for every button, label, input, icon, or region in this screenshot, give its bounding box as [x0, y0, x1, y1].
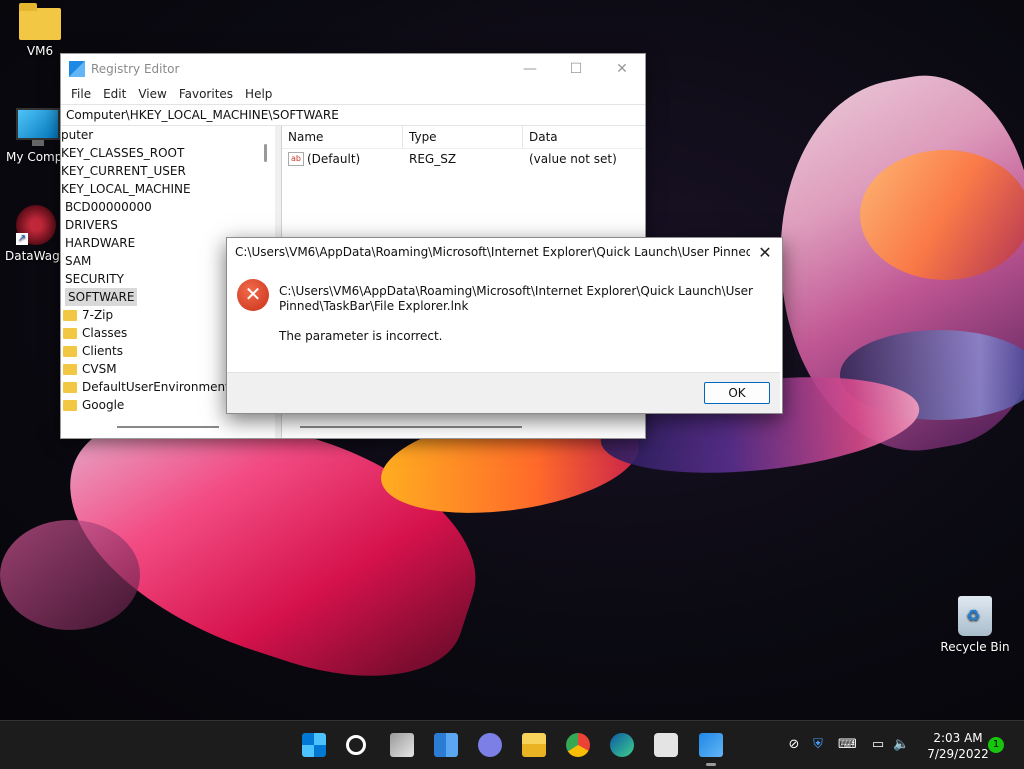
menu-view[interactable]: View [132, 87, 172, 101]
tree-item[interactable]: KEY_LOCAL_MACHINE [61, 180, 275, 198]
wallpaper-shape [860, 150, 1024, 280]
menu-bar: File Edit View Favorites Help [61, 84, 645, 104]
value-data: (value not set) [529, 152, 617, 166]
value-type: REG_SZ [409, 152, 457, 166]
tree-item-label: 7-Zip [82, 308, 114, 322]
minimize-button[interactable]: — [507, 55, 553, 83]
folder-icon [63, 345, 77, 357]
clock-date: 7/29/2022 [927, 747, 989, 761]
wallpaper-shape [0, 520, 140, 630]
folder-icon [63, 399, 77, 411]
dialog-title-bar[interactable]: C:\Users\VM6\AppData\Roaming\Microsoft\I… [227, 238, 782, 266]
desktop-icon-vm6[interactable]: VM6 [0, 3, 80, 58]
tree-item-label: DefaultUserEnvironment [82, 380, 230, 394]
list-horizontal-scrollbar[interactable] [300, 426, 522, 428]
column-header-name[interactable]: Name [282, 126, 403, 148]
tree-horizontal-scrollbar[interactable] [117, 426, 219, 428]
search-icon[interactable] [346, 735, 366, 755]
desktop-icon-recycle-bin[interactable]: Recycle Bin [935, 596, 1015, 654]
folder-icon [63, 327, 77, 339]
tree-item[interactable]: KEY_CLASSES_ROOT [61, 144, 275, 162]
tree-item[interactable]: KEY_CURRENT_USER [61, 162, 275, 180]
shortcut-arrow-icon: ↗ [16, 233, 28, 245]
monitor-icon [16, 108, 60, 146]
tree-item-label: CVSM [82, 362, 117, 376]
dialog-footer: OK [227, 372, 780, 413]
string-value-icon: ab [288, 152, 304, 166]
dialog-body: ✕ C:\Users\VM6\AppData\Roaming\Microsoft… [227, 266, 780, 372]
menu-help[interactable]: Help [239, 87, 278, 101]
menu-file[interactable]: File [65, 87, 97, 101]
folder-icon [63, 309, 77, 321]
window-title: Registry Editor [91, 62, 180, 76]
tree-item-label: SAM [65, 254, 92, 268]
tree-item[interactable]: BCD00000000 [61, 198, 275, 216]
edge-icon[interactable] [610, 733, 634, 757]
column-header-type[interactable]: Type [403, 126, 523, 148]
tree-item[interactable]: DRIVERS [61, 216, 275, 234]
menu-favorites[interactable]: Favorites [173, 87, 239, 101]
desktop: VM6 My Compu ↗ DataWago Recycle Bin Regi… [0, 0, 1024, 720]
folder-icon [63, 381, 77, 393]
recycle-bin-icon [958, 596, 992, 636]
menu-edit[interactable]: Edit [97, 87, 132, 101]
task-view-icon[interactable] [390, 733, 414, 757]
taskbar: ⊘ ⛨ ⌨ ▭ 🔈 2:03 AM 7/29/2022 1 [0, 720, 1024, 769]
tree-item-label: puter [61, 128, 94, 142]
network-disconnected-icon[interactable]: ⊘ [786, 737, 802, 753]
widgets-icon[interactable] [434, 733, 458, 757]
notification-badge[interactable]: 1 [988, 737, 1004, 753]
list-item[interactable]: ab (Default) REG_SZ (value not set) [282, 149, 644, 169]
defender-shield-icon[interactable]: ⛨ [810, 737, 826, 753]
tree-item-label: KEY_CLASSES_ROOT [61, 146, 185, 160]
keyboard-icon[interactable]: ⌨ [838, 737, 857, 753]
file-explorer-icon[interactable] [522, 733, 546, 757]
display-icon[interactable]: ▭ [870, 737, 886, 753]
tree-item-label: HARDWARE [65, 236, 136, 250]
dialog-close-button[interactable]: ✕ [750, 243, 780, 262]
datawagon-icon: ↗ [16, 205, 56, 245]
error-icon: ✕ [237, 279, 269, 311]
error-message: The parameter is incorrect. [279, 329, 443, 343]
tree-item-label: KEY_CURRENT_USER [61, 164, 186, 178]
tree-item-label: Classes [82, 326, 128, 340]
chat-icon[interactable] [478, 733, 502, 757]
close-button[interactable]: ✕ [599, 55, 645, 83]
tree-item-label: Clients [82, 344, 123, 358]
tree-item-label: SOFTWARE [65, 288, 138, 306]
title-bar[interactable]: Registry Editor — ☐ ✕ [61, 54, 645, 84]
desktop-icon-label: Recycle Bin [940, 640, 1010, 654]
start-icon[interactable] [302, 733, 326, 757]
tree-item-label: Google [82, 398, 125, 412]
registry-editor-icon [69, 61, 85, 77]
tree-item-label: DRIVERS [65, 218, 118, 232]
tree-vertical-scrollbar[interactable] [264, 144, 267, 162]
registry-editor-icon[interactable] [699, 733, 723, 757]
error-path-text: C:\Users\VM6\AppData\Roaming\Microsoft\I… [279, 284, 753, 313]
tree-item-label: BCD00000000 [65, 200, 152, 214]
address-bar[interactable]: Computer\HKEY_LOCAL_MACHINE\SOFTWARE [61, 104, 645, 126]
clock-time: 2:03 AM [933, 731, 983, 745]
tree-item-label: KEY_LOCAL_MACHINE [61, 182, 191, 196]
error-dialog: C:\Users\VM6\AppData\Roaming\Microsoft\I… [226, 237, 783, 414]
volume-icon[interactable]: 🔈 [893, 737, 909, 753]
maximize-button[interactable]: ☐ [553, 55, 599, 83]
folder-icon [63, 363, 77, 375]
active-app-indicator [706, 763, 716, 766]
list-header: Name Type Data [282, 126, 644, 149]
column-header-data[interactable]: Data [523, 126, 644, 148]
chrome-icon[interactable] [566, 733, 590, 757]
value-name: (Default) [307, 152, 361, 166]
tree-item[interactable]: puter [61, 126, 275, 144]
clock[interactable]: 2:03 AM 7/29/2022 [918, 730, 998, 762]
folder-icon [19, 3, 61, 40]
ok-button[interactable]: OK [704, 382, 770, 404]
tree-item-label: SECURITY [65, 272, 124, 286]
store-icon[interactable] [654, 733, 678, 757]
dialog-title: C:\Users\VM6\AppData\Roaming\Microsoft\I… [235, 245, 750, 259]
